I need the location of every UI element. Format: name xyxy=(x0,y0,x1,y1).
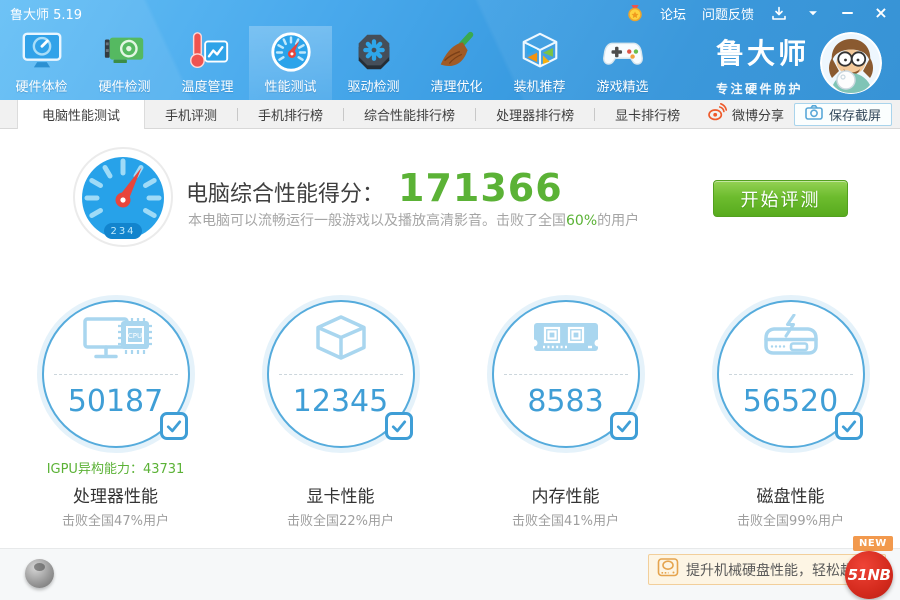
tab-pc-benchmark[interactable]: 电脑性能测试 xyxy=(17,100,146,129)
gpu-card-icon xyxy=(101,28,149,76)
igpu-score: IGPU异构能力：43731 xyxy=(46,462,185,477)
metric-beat: 击败全国41%用户 xyxy=(512,514,619,529)
metric-circle-gpu: 12345 xyxy=(266,300,415,448)
metric-circle-cpu: CPU 50187 xyxy=(41,300,190,448)
metric-ram: 8583 内存性能 击败全国41%用户 xyxy=(453,300,678,540)
titlebar: 鲁大师 5.19 论坛 问题反馈 × xyxy=(0,0,900,26)
metric-circle-disk: 56520 xyxy=(716,300,865,448)
toolbar-item-hardware-checkup[interactable]: 硬件体检 xyxy=(0,26,83,100)
metric-label: 磁盘性能 xyxy=(756,487,825,507)
promo-text: 提升机械硬盘性能，轻松超 xyxy=(686,562,854,579)
tab-phone-ranking[interactable]: 手机排行榜 xyxy=(238,100,343,128)
camera-icon xyxy=(805,104,823,124)
forum-link[interactable]: 论坛 xyxy=(660,4,686,23)
menu-dropdown-icon[interactable] xyxy=(804,4,822,22)
metric-disk: 56520 磁盘性能 击败全国99%用户 xyxy=(678,300,900,540)
thermometer-icon xyxy=(184,28,232,76)
brand-block: 鲁大师 专注硬件防护 xyxy=(716,32,809,97)
speedometer-icon xyxy=(267,28,315,76)
disk-promo-icon xyxy=(657,557,679,582)
main-panel: 234 电脑综合性能得分： 171366 本电脑可以流畅运行一般游戏以及播放高清… xyxy=(0,130,900,548)
score-title: 电脑综合性能得分： xyxy=(186,182,385,207)
brand-slogan: 专注硬件防护 xyxy=(716,82,804,96)
score-description: 本电脑可以流畅运行一般游戏以及播放高清影音。击败了全国60%的用户 xyxy=(188,213,640,229)
save-screenshot-button[interactable]: 保存截屏 xyxy=(793,102,892,126)
tab-gpu-ranking[interactable]: 显卡排行榜 xyxy=(595,100,700,128)
tab-bar: 电脑性能测试 手机评测 手机排行榜 综合性能排行榜 处理器排行榜 显卡排行榜 微… xyxy=(0,100,900,129)
gear-octagon-icon xyxy=(350,28,398,76)
brand-name: 鲁大师 xyxy=(716,37,810,70)
dashed-divider xyxy=(503,374,628,375)
metric-label: 处理器性能 xyxy=(73,487,158,507)
tab-phone-review[interactable]: 手机评测 xyxy=(145,100,237,128)
gamepad-icon xyxy=(599,28,647,76)
toolbar-item-hardware-detect[interactable]: 硬件检测 xyxy=(83,26,166,100)
new-badge: NEW xyxy=(853,536,893,551)
check-badge xyxy=(159,412,188,440)
beat-percent: 60% xyxy=(566,213,598,229)
start-benchmark-button[interactable]: 开始评测 xyxy=(713,180,848,217)
main-toolbar: 硬件体检 硬件检测 温度管理 性能测试 驱动检测 清理优化 装机推荐 游戏精选 xyxy=(0,26,664,100)
metric-label: 内存性能 xyxy=(531,487,600,507)
check-badge xyxy=(834,412,863,440)
weibo-icon xyxy=(707,102,728,126)
metric-beat: 击败全国47%用户 xyxy=(62,514,169,529)
metric-circle-ram: 8583 xyxy=(491,300,640,448)
window-title: 鲁大师 5.19 xyxy=(10,7,83,23)
metric-beat: 击败全国22%用户 xyxy=(287,514,394,529)
metric-beat: 击败全国99%用户 xyxy=(737,514,844,529)
close-button[interactable]: × xyxy=(872,4,890,22)
toolbar-item-games[interactable]: 游戏精选 xyxy=(581,26,664,100)
dashed-divider xyxy=(728,374,853,375)
metric-label: 显卡性能 xyxy=(306,487,375,507)
app-header: 鲁大师 5.19 论坛 问题反馈 × 硬件体检 硬件检测 温度管理 性能测试 驱… xyxy=(0,0,900,100)
cube-icon xyxy=(516,28,564,76)
toolbar-item-driver[interactable]: 驱动检测 xyxy=(332,26,415,100)
toolbar-item-benchmark[interactable]: 性能测试 xyxy=(249,26,332,100)
check-badge xyxy=(384,412,413,440)
toolbar-item-cleanup[interactable]: 清理优化 xyxy=(415,26,498,100)
dashed-divider xyxy=(278,374,403,375)
dashed-divider xyxy=(53,374,178,375)
mascot-ball-icon[interactable] xyxy=(25,559,54,588)
metric-cpu: CPU 50187 IGPU异构能力：43731 处理器性能 击败全国47%用户 xyxy=(3,300,228,540)
minimize-button[interactable] xyxy=(838,4,856,22)
score-value: 171366 xyxy=(398,166,563,210)
svg-text:CPU: CPU xyxy=(127,332,141,340)
weibo-share-button[interactable]: 微博分享 xyxy=(707,102,784,126)
monitor-check-icon xyxy=(18,28,66,76)
gpu-cube-icon xyxy=(269,314,413,366)
broom-icon xyxy=(433,28,481,76)
metric-gpu: 12345 显卡性能 击败全国22%用户 xyxy=(228,300,453,540)
footer-bar: 提升机械硬盘性能，轻松超 NEW 51NB xyxy=(0,536,900,600)
gauge-badge: 234 xyxy=(110,226,136,237)
toolbar-item-temperature[interactable]: 温度管理 xyxy=(166,26,249,100)
feedback-link[interactable]: 问题反馈 xyxy=(702,4,754,23)
toolbar-item-build-recommend[interactable]: 装机推荐 xyxy=(498,26,581,100)
update-tray-icon[interactable] xyxy=(770,4,788,22)
51nb-logo[interactable]: 51NB xyxy=(845,551,893,599)
tab-cpu-ranking[interactable]: 处理器排行榜 xyxy=(476,100,594,128)
mascot-avatar xyxy=(820,32,882,94)
disk-icon xyxy=(719,314,863,366)
cpu-monitor-icon: CPU xyxy=(44,314,188,366)
ram-icon xyxy=(494,314,638,366)
check-badge xyxy=(609,412,638,440)
tab-overall-ranking[interactable]: 综合性能排行榜 xyxy=(344,100,475,128)
medal-icon[interactable] xyxy=(626,4,644,22)
score-gauge-icon: 234 xyxy=(72,146,174,248)
